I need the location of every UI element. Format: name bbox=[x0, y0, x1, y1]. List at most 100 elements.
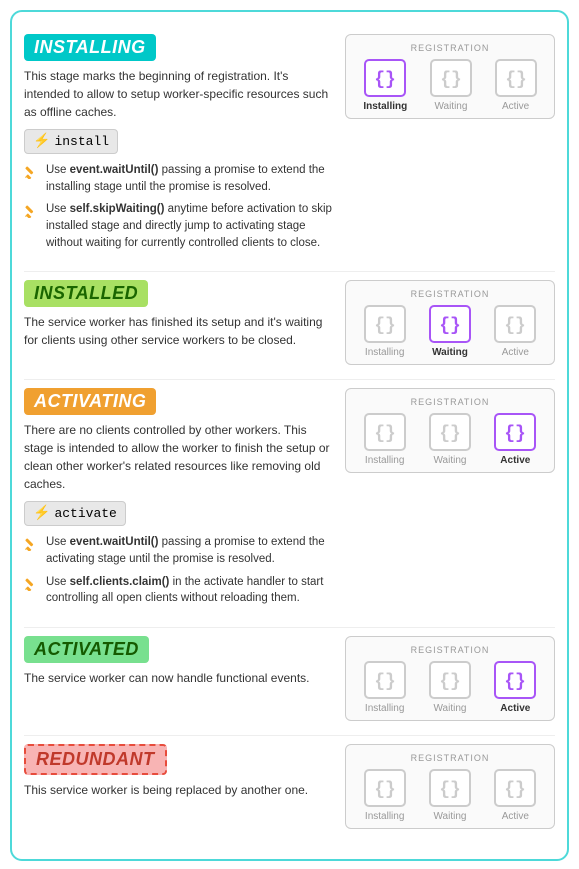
reg-box-active: {} bbox=[495, 59, 537, 97]
reg-item-label: Waiting bbox=[434, 101, 467, 112]
section-top-redundant: REDUNDANT This service worker is being r… bbox=[24, 744, 555, 829]
tip-installing-1: Use self.skipWaiting() anytime before ac… bbox=[24, 201, 335, 251]
reg-box-active: {} bbox=[494, 769, 536, 807]
reg-item-label: Waiting bbox=[433, 811, 466, 822]
reg-label: REGISTRATION bbox=[354, 43, 546, 53]
stage-badge-installed: INSTALLED bbox=[24, 280, 148, 307]
reg-item-label: Active bbox=[500, 703, 530, 714]
tip-activating-1: Use self.clients.claim() in the activate… bbox=[24, 574, 335, 607]
section-activating: ACTIVATING There are no clients controll… bbox=[24, 388, 555, 613]
reg-item-waiting: {} Waiting bbox=[430, 59, 472, 112]
svg-text:{}: {} bbox=[439, 424, 461, 443]
stage-badge-activating: ACTIVATING bbox=[24, 388, 156, 415]
tip-text: Use event.waitUntil() passing a promise … bbox=[46, 534, 335, 567]
section-desc-activating: There are no clients controlled by other… bbox=[24, 421, 335, 493]
svg-text:{}: {} bbox=[505, 672, 527, 691]
reg-label: REGISTRATION bbox=[354, 753, 546, 763]
page-container: INSTALLING This stage marks the beginnin… bbox=[10, 10, 569, 861]
reg-box-waiting: {} bbox=[430, 59, 472, 97]
svg-text:{}: {} bbox=[505, 316, 527, 335]
stage-badge-activated: ACTIVATED bbox=[24, 636, 149, 663]
section-redundant: REDUNDANT This service worker is being r… bbox=[24, 744, 555, 829]
reg-label: REGISTRATION bbox=[354, 397, 546, 407]
section-divider bbox=[24, 379, 555, 380]
section-divider bbox=[24, 735, 555, 736]
svg-text:{}: {} bbox=[505, 70, 527, 89]
reg-item-installing: {} Installing bbox=[364, 769, 406, 822]
svg-text:{}: {} bbox=[374, 780, 396, 799]
reg-diagram: REGISTRATION {} Installing {} Waiting {}… bbox=[345, 280, 555, 365]
section-desc-redundant: This service worker is being replaced by… bbox=[24, 781, 335, 799]
reg-item-label: Active bbox=[502, 101, 529, 112]
reg-item-installing: {} Installing bbox=[364, 305, 406, 358]
reg-boxes: {} Installing {} Waiting {} Active bbox=[354, 305, 546, 358]
svg-text:{}: {} bbox=[439, 316, 461, 335]
section-activated: ACTIVATED The service worker can now han… bbox=[24, 636, 555, 721]
section-installed: INSTALLED The service worker has finishe… bbox=[24, 280, 555, 365]
tip-text: Use self.skipWaiting() anytime before ac… bbox=[46, 201, 335, 251]
reg-diagram: REGISTRATION {} Installing {} Waiting {}… bbox=[345, 636, 555, 721]
code-badge-activating: ⚡ activate bbox=[24, 501, 126, 526]
stage-badge-installing: INSTALLING bbox=[24, 34, 156, 61]
section-right-installing: REGISTRATION {} Installing {} Waiting {}… bbox=[345, 34, 555, 119]
section-left-redundant: REDUNDANT This service worker is being r… bbox=[24, 744, 335, 807]
reg-boxes: {} Installing {} Waiting {} Active bbox=[354, 661, 546, 714]
reg-diagram: REGISTRATION {} Installing {} Waiting {}… bbox=[345, 744, 555, 829]
svg-text:{}: {} bbox=[439, 780, 461, 799]
reg-item-installing: {} Installing bbox=[363, 59, 407, 112]
reg-item-label: Active bbox=[500, 455, 530, 466]
code-text: install bbox=[54, 134, 109, 149]
section-right-redundant: REGISTRATION {} Installing {} Waiting {}… bbox=[345, 744, 555, 829]
reg-box-active: {} bbox=[494, 413, 536, 451]
reg-box-waiting: {} bbox=[429, 769, 471, 807]
reg-item-active: {} Active bbox=[494, 769, 536, 822]
reg-box-installing: {} bbox=[364, 413, 406, 451]
reg-item-installing: {} Installing bbox=[364, 661, 406, 714]
section-right-activated: REGISTRATION {} Installing {} Waiting {}… bbox=[345, 636, 555, 721]
section-desc-activated: The service worker can now handle functi… bbox=[24, 669, 335, 687]
svg-text:{}: {} bbox=[374, 70, 396, 89]
reg-label: REGISTRATION bbox=[354, 645, 546, 655]
reg-item-active: {} Active bbox=[494, 305, 536, 358]
svg-text:{}: {} bbox=[374, 424, 396, 443]
reg-box-waiting: {} bbox=[429, 413, 471, 451]
tip-installing-0: Use event.waitUntil() passing a promise … bbox=[24, 162, 335, 195]
section-left-activating: ACTIVATING There are no clients controll… bbox=[24, 388, 335, 613]
reg-item-installing: {} Installing bbox=[364, 413, 406, 466]
reg-item-label: Installing bbox=[365, 455, 404, 466]
sections-container: INSTALLING This stage marks the beginnin… bbox=[24, 34, 555, 829]
section-left-installing: INSTALLING This stage marks the beginnin… bbox=[24, 34, 335, 257]
reg-box-active: {} bbox=[494, 305, 536, 343]
reg-box-waiting: {} bbox=[429, 661, 471, 699]
reg-box-installing: {} bbox=[364, 59, 406, 97]
reg-item-label: Installing bbox=[365, 811, 404, 822]
svg-text:{}: {} bbox=[440, 70, 462, 89]
tip-activating-0: Use event.waitUntil() passing a promise … bbox=[24, 534, 335, 567]
tip-text: Use self.clients.claim() in the activate… bbox=[46, 574, 335, 607]
reg-item-active: {} Active bbox=[494, 413, 536, 466]
stage-badge-redundant: REDUNDANT bbox=[24, 744, 167, 775]
reg-item-label: Waiting bbox=[432, 347, 468, 358]
reg-box-installing: {} bbox=[364, 305, 406, 343]
reg-item-label: Waiting bbox=[433, 703, 466, 714]
section-left-activated: ACTIVATED The service worker can now han… bbox=[24, 636, 335, 695]
svg-text:{}: {} bbox=[505, 780, 527, 799]
section-right-installed: REGISTRATION {} Installing {} Waiting {}… bbox=[345, 280, 555, 365]
reg-item-waiting: {} Waiting bbox=[429, 769, 471, 822]
reg-diagram: REGISTRATION {} Installing {} Waiting {}… bbox=[345, 388, 555, 473]
reg-box-waiting: {} bbox=[429, 305, 471, 343]
reg-item-waiting: {} Waiting bbox=[429, 661, 471, 714]
section-desc-installed: The service worker has finished its setu… bbox=[24, 313, 335, 349]
reg-item-label: Active bbox=[502, 811, 529, 822]
section-divider bbox=[24, 627, 555, 628]
reg-item-active: {} Active bbox=[494, 661, 536, 714]
code-badge-installing: ⚡ install bbox=[24, 129, 118, 154]
reg-item-label: Installing bbox=[363, 101, 407, 112]
lightning-icon: ⚡ bbox=[33, 505, 50, 522]
reg-diagram: REGISTRATION {} Installing {} Waiting {}… bbox=[345, 34, 555, 119]
reg-item-label: Waiting bbox=[433, 455, 466, 466]
section-left-installed: INSTALLED The service worker has finishe… bbox=[24, 280, 335, 357]
svg-text:{}: {} bbox=[374, 672, 396, 691]
section-top-activating: ACTIVATING There are no clients controll… bbox=[24, 388, 555, 613]
svg-text:{}: {} bbox=[374, 316, 396, 335]
